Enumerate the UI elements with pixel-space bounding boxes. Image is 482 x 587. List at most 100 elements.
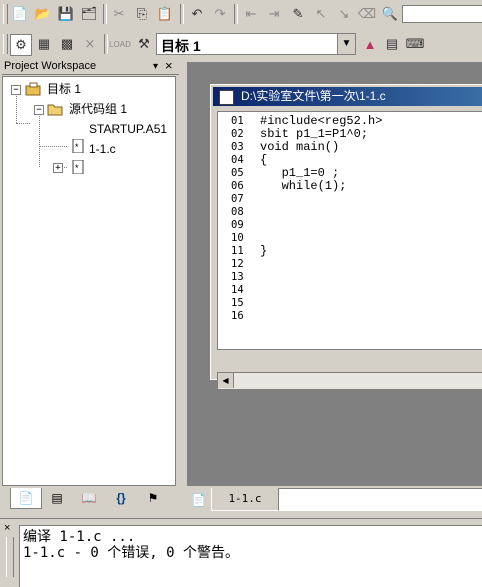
books-tab-icon[interactable]: 📖 <box>74 488 104 508</box>
line-number: 09 <box>231 219 244 231</box>
target-select[interactable]: 目标 1 ▼ <box>156 33 356 55</box>
download-icon[interactable]: LOAD <box>109 34 131 54</box>
paste-icon[interactable]: 📋 <box>155 4 175 24</box>
line-number: 03 <box>231 141 244 153</box>
build-icon[interactable]: ▦ <box>34 34 54 54</box>
folder-open-icon <box>47 102 63 116</box>
tree-item-file[interactable]: STARTUP.A51 <box>89 120 167 138</box>
code-line: while(1); <box>260 179 347 193</box>
templates-tab-icon[interactable]: ⚑ <box>138 488 168 508</box>
svg-text:*: * <box>75 163 79 173</box>
workspace-tabs: 📄 ▤ 📖 {} ⚑ <box>2 488 174 510</box>
line-number: 13 <box>231 271 244 283</box>
file-tab-icon: 📄 <box>191 493 206 507</box>
output-text[interactable]: 编译 1-1.c ... 1-1.c - 0 个错误, 0 个警告。 <box>19 525 482 587</box>
tab-strip-empty <box>279 488 482 511</box>
stop-build-icon[interactable]: ⨯ <box>80 34 100 54</box>
line-number: 16 <box>231 310 244 322</box>
toolbar-separator <box>104 34 108 54</box>
target-select-value: 目标 1 <box>161 38 201 54</box>
bookmark-toggle-icon[interactable]: ✎ <box>288 4 308 24</box>
line-number: 11 <box>231 245 244 257</box>
editor-title-bar[interactable]: D:\实验室文件\第一次\1-1.c <box>213 87 482 106</box>
bookmark-clear-icon[interactable]: ⌫ <box>357 4 377 24</box>
save-all-icon[interactable]: 🗂 <box>79 4 99 24</box>
find-in-files-icon[interactable]: 🔍 <box>380 4 400 24</box>
environment-icon[interactable]: ⌨ <box>405 34 425 54</box>
bookmark-next-icon[interactable]: ↘ <box>334 4 354 24</box>
registers-tab-icon[interactable]: ▤ <box>42 488 72 508</box>
tree-item-group[interactable]: 源代码组 1 <box>69 100 127 118</box>
line-number: 08 <box>231 206 244 218</box>
scroll-left-icon[interactable]: ◀ <box>218 373 234 388</box>
tree-item-file[interactable]: 1-1.c <box>89 140 116 158</box>
svg-text:*: * <box>75 142 79 152</box>
tab-1-1-c[interactable]: 1-1.c <box>211 488 279 511</box>
rebuild-icon[interactable]: ▩ <box>57 34 77 54</box>
tree-item-target[interactable]: 目标 1 <box>47 80 81 98</box>
project-tree: − 目标 1 − 源代码组 1 * STARTUP.A51 + * 1-1.c <box>2 76 176 486</box>
redo-icon[interactable]: ↷ <box>210 4 230 24</box>
toolbar-grip[interactable] <box>3 4 8 24</box>
collapse-target-toggle[interactable]: − <box>11 85 21 95</box>
close-icon[interactable]: × <box>165 58 173 73</box>
toolbar-grip[interactable] <box>3 34 8 54</box>
toolbar-separator <box>180 4 184 24</box>
workspace-title: Project Workspace <box>4 60 97 72</box>
horizontal-scrollbar[interactable]: ◀ <box>217 372 482 390</box>
line-number: 07 <box>231 193 244 205</box>
new-file-icon[interactable]: 📄 <box>10 4 30 24</box>
expand-file-toggle[interactable]: + <box>53 163 63 173</box>
code-editor[interactable]: 01 02 03 04 05 06 07 08 09 10 11 12 13 14 15 16 #includ… <box>217 111 482 350</box>
document-tabs: 📄 1-1.c <box>187 488 482 514</box>
cut-icon[interactable]: ✂ <box>109 4 129 24</box>
compile-icon[interactable]: ⚙ <box>10 34 32 56</box>
output-line: 编译 1-1.c ... <box>23 529 136 545</box>
find-input[interactable] <box>402 5 482 23</box>
line-number: 06 <box>231 180 244 192</box>
collapse-group-toggle[interactable]: − <box>34 105 44 115</box>
code-line: void main() <box>260 140 340 154</box>
line-number: 02 <box>231 128 244 140</box>
components-icon[interactable]: ▲ <box>360 34 380 54</box>
editor-window: D:\实验室文件\第一次\1-1.c 01 02 03 04 05 06 07 08 09 10 1… <box>210 84 482 390</box>
indent-icon[interactable]: ⇤ <box>241 4 261 24</box>
output-line: 1-1.c - 0 个错误, 0 个警告。 <box>23 545 240 561</box>
code-line: } <box>260 244 268 258</box>
line-number: 05 <box>231 167 244 179</box>
target-options-icon[interactable]: ⚒ <box>134 34 154 54</box>
workspace-title-bar: Project Workspace ▾ × <box>2 58 179 75</box>
line-number: 15 <box>231 297 244 309</box>
asm-file-icon: * <box>70 138 86 154</box>
unindent-icon[interactable]: ⇥ <box>264 4 284 24</box>
files-tab-icon[interactable]: 📄 <box>10 488 42 509</box>
file-extensions-icon[interactable]: ▤ <box>382 34 402 54</box>
pin-icon[interactable]: ▾ <box>153 59 158 74</box>
line-number: 14 <box>231 284 244 296</box>
standard-toolbar: 📄 📂 💾 🗂 ✂ ⎘ 📋 ↶ ↷ ⇤ ⇥ ✎ ↖ ↘ ⌫ 🔍 <box>0 0 482 28</box>
line-number-gutter: 01 02 03 04 05 06 07 08 09 10 11 12 13 14 15 16 <box>218 112 252 349</box>
line-number: 12 <box>231 258 244 270</box>
toolbar-separator <box>103 4 107 24</box>
output-close-icon[interactable]: × <box>4 522 10 534</box>
mdi-area: D:\实验室文件\第一次\1-1.c 01 02 03 04 05 06 07 08 09 10 1… <box>187 62 482 486</box>
functions-tab-icon[interactable]: {} <box>106 488 136 508</box>
line-number: 04 <box>231 154 244 166</box>
output-window: × 编译 1-1.c ... 1-1.c - 0 个错误, 0 个警告。 <box>0 518 482 587</box>
undo-icon[interactable]: ↶ <box>187 4 207 24</box>
target-icon <box>25 82 41 96</box>
build-toolbar: ⚙ ▦ ▩ ⨯ LOAD ⚒ 目标 1 ▼ ▲ ▤ ⌨ <box>0 30 482 58</box>
chevron-down-icon[interactable]: ▼ <box>337 34 355 54</box>
output-grip[interactable] <box>6 537 14 577</box>
copy-icon[interactable]: ⎘ <box>132 4 152 24</box>
document-icon <box>219 90 234 105</box>
project-workspace: Project Workspace ▾ × − 目标 1 − 源代码组 1 * … <box>0 58 181 514</box>
editor-title: D:\实验室文件\第一次\1-1.c <box>241 89 386 103</box>
open-file-icon[interactable]: 📂 <box>33 4 53 24</box>
toolbar-separator <box>234 4 238 24</box>
save-icon[interactable]: 💾 <box>56 4 76 24</box>
line-number: 01 <box>231 115 244 127</box>
line-number: 10 <box>231 232 244 244</box>
c-file-icon: * <box>70 159 86 175</box>
bookmark-prev-icon[interactable]: ↖ <box>311 4 331 24</box>
